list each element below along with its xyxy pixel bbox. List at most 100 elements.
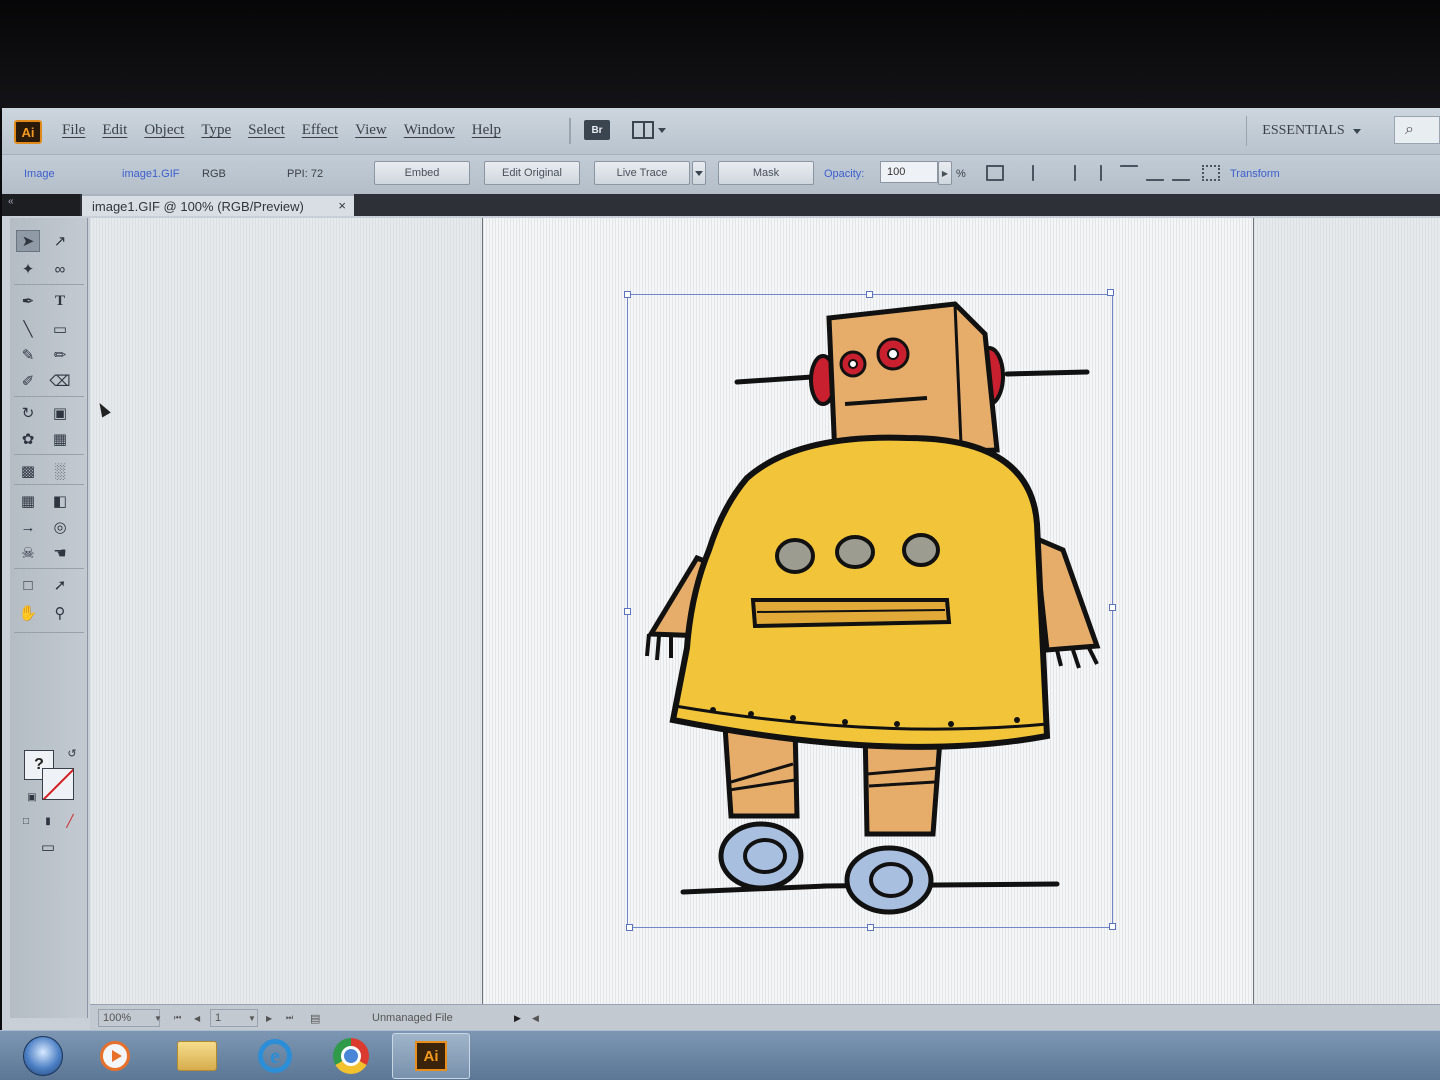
- taskbar-chrome[interactable]: [324, 1035, 378, 1077]
- opacity-dropdown[interactable]: ▶: [938, 161, 952, 185]
- arrange-documents-button[interactable]: [632, 120, 672, 140]
- taskbar-illustrator[interactable]: Ai: [392, 1033, 470, 1079]
- object-type-link[interactable]: Image: [24, 168, 55, 180]
- file-status[interactable]: Unmanaged File: [372, 1009, 453, 1027]
- swap-fill-stroke-icon[interactable]: ↺: [60, 742, 84, 764]
- menu-effect[interactable]: Effect: [302, 122, 338, 139]
- align-middle-icon[interactable]: [1146, 165, 1164, 181]
- eraser-tool-icon[interactable]: ⌫: [48, 370, 72, 392]
- type-tool-icon[interactable]: T: [48, 290, 72, 312]
- align-to-icon[interactable]: [986, 165, 1004, 181]
- warp-tool-icon[interactable]: ✿: [16, 428, 40, 450]
- selection-handle[interactable]: [866, 291, 873, 298]
- menu-view[interactable]: View: [355, 122, 387, 139]
- menu-help[interactable]: Help: [472, 122, 501, 139]
- gradient-tool-icon[interactable]: ◧: [48, 490, 72, 512]
- embed-button[interactable]: Embed: [374, 161, 470, 185]
- align-left-icon[interactable]: [1032, 165, 1050, 181]
- collapse-panel-icon[interactable]: «: [2, 194, 80, 216]
- pencil-tool-icon[interactable]: ✏: [48, 344, 72, 366]
- app-logo[interactable]: Ai: [14, 120, 42, 144]
- symbol-sprayer-tool-icon[interactable]: ▩: [16, 460, 40, 482]
- default-fill-stroke-icon[interactable]: ▣: [20, 786, 44, 808]
- illustrator-window: Ai File Edit Object Type Select Effect V…: [2, 108, 1440, 1030]
- rectangle-tool-icon[interactable]: ▭: [48, 318, 72, 340]
- screen-mode-icon[interactable]: ▭: [36, 836, 60, 858]
- blend-tool-icon[interactable]: ◎: [48, 516, 72, 538]
- transform-link[interactable]: Transform: [1230, 168, 1280, 180]
- previous-artboard-icon[interactable]: ◀: [194, 1009, 200, 1027]
- isolate-icon[interactable]: [1202, 165, 1220, 181]
- document-tab[interactable]: image1.GIF @ 100% (RGB/Preview) ×: [82, 194, 354, 216]
- zoom-field[interactable]: 100%: [98, 1009, 160, 1027]
- bridge-button[interactable]: Br: [584, 120, 610, 140]
- align-center-icon[interactable]: [1058, 165, 1076, 181]
- edit-original-button[interactable]: Edit Original: [484, 161, 580, 185]
- live-paint-bucket-tool-icon[interactable]: ☠: [16, 542, 40, 564]
- graph-tool-icon[interactable]: ░: [48, 460, 72, 482]
- magic-wand-tool-icon[interactable]: ✦: [16, 258, 40, 280]
- direct-selection-tool-icon[interactable]: ↗: [48, 230, 72, 252]
- align-bottom-icon[interactable]: [1172, 165, 1190, 181]
- selection-handle[interactable]: [624, 608, 631, 615]
- canvas-area[interactable]: [90, 218, 1440, 1004]
- gradient-mode-icon[interactable]: ▮: [36, 810, 60, 832]
- taskbar-explorer[interactable]: [170, 1035, 224, 1077]
- mask-button[interactable]: Mask: [718, 161, 814, 185]
- opacity-label[interactable]: Opacity:: [824, 168, 864, 180]
- opacity-input[interactable]: 100: [880, 161, 938, 183]
- menu-file[interactable]: File: [62, 122, 85, 139]
- lasso-tool-icon[interactable]: ∞: [48, 258, 72, 280]
- selection-handle[interactable]: [867, 924, 874, 931]
- mesh-tool-icon[interactable]: ▦: [16, 490, 40, 512]
- free-transform-tool-icon[interactable]: ▦: [48, 428, 72, 450]
- artboard[interactable]: [482, 218, 1254, 1004]
- next-artboard-icon[interactable]: ▶: [266, 1009, 272, 1027]
- start-button[interactable]: [16, 1035, 70, 1077]
- selection-handle[interactable]: [1107, 289, 1114, 296]
- hand-tool-icon[interactable]: ✋: [16, 602, 40, 624]
- live-paint-selection-tool-icon[interactable]: ☚: [48, 542, 72, 564]
- taskbar-media-player[interactable]: [88, 1035, 142, 1077]
- linked-file-link[interactable]: image1.GIF: [122, 168, 179, 180]
- menu-window[interactable]: Window: [404, 122, 455, 139]
- chevron-down-icon[interactable]: ▼: [248, 1009, 256, 1027]
- eyedropper-tool-icon[interactable]: →: [16, 516, 40, 538]
- selection-tool-icon[interactable]: ➤: [16, 230, 40, 252]
- selection-handle[interactable]: [1109, 604, 1116, 611]
- document-icon[interactable]: ▤: [310, 1009, 320, 1027]
- rotate-tool-icon[interactable]: ↻: [16, 402, 40, 424]
- chevron-down-icon[interactable]: ▼: [154, 1009, 162, 1027]
- align-right-icon[interactable]: [1084, 165, 1102, 181]
- line-tool-icon[interactable]: ╲: [16, 318, 40, 340]
- artboard-tool-icon[interactable]: □: [16, 574, 40, 596]
- blob-brush-tool-icon[interactable]: ✐: [16, 370, 40, 392]
- search-field[interactable]: ⌕: [1394, 116, 1440, 144]
- live-trace-button[interactable]: Live Trace: [594, 161, 690, 185]
- menu-type[interactable]: Type: [201, 122, 231, 139]
- status-menu-icon[interactable]: ▶: [514, 1009, 521, 1027]
- selection-handle[interactable]: [626, 924, 633, 931]
- selection-handle[interactable]: [624, 291, 631, 298]
- slice-tool-icon[interactable]: ➚: [48, 574, 72, 596]
- zoom-tool-icon[interactable]: ⚲: [48, 602, 72, 624]
- align-top-icon[interactable]: [1120, 165, 1138, 181]
- scale-tool-icon[interactable]: ▣: [48, 402, 72, 424]
- scroll-left-icon[interactable]: ◀: [532, 1009, 539, 1027]
- first-artboard-icon[interactable]: ⏮: [174, 1009, 181, 1027]
- selection-handle[interactable]: [1109, 923, 1116, 930]
- paintbrush-tool-icon[interactable]: ✎: [16, 344, 40, 366]
- color-mode-icon[interactable]: □: [14, 810, 38, 832]
- taskbar-internet-explorer[interactable]: e: [248, 1035, 302, 1077]
- none-mode-icon[interactable]: ╱: [58, 810, 82, 832]
- menu-object[interactable]: Object: [144, 122, 184, 139]
- pen-tool-icon[interactable]: ✒: [16, 290, 40, 312]
- menu-edit[interactable]: Edit: [102, 122, 127, 139]
- selection-bounding-box[interactable]: [627, 294, 1113, 928]
- menu-select[interactable]: Select: [248, 122, 285, 139]
- workspace-switcher[interactable]: ESSENTIALS: [1246, 116, 1376, 146]
- close-icon[interactable]: ×: [338, 198, 346, 213]
- live-trace-options-button[interactable]: [692, 161, 706, 185]
- stroke-swatch[interactable]: [42, 768, 74, 800]
- last-artboard-icon[interactable]: ⏭: [286, 1009, 293, 1027]
